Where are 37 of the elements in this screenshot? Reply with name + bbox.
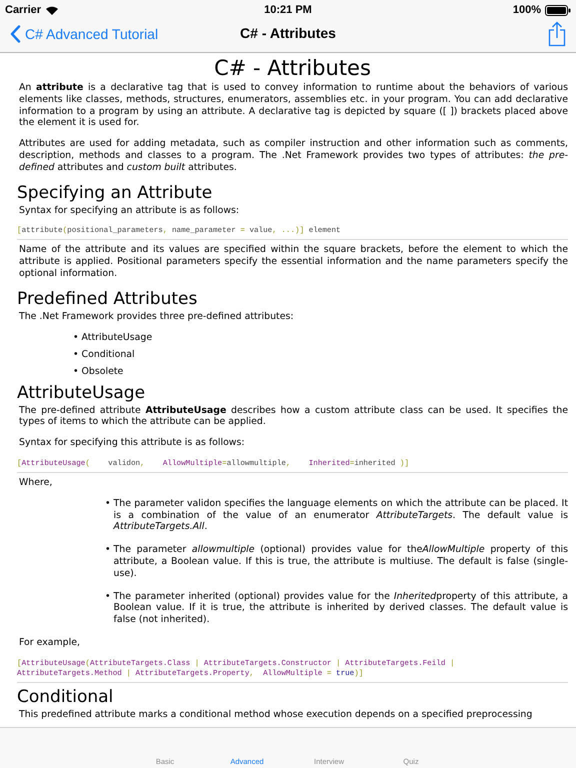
clock-time: 10:21 PM xyxy=(264,4,312,16)
paragraph: The .Net Framework provides three pre-defined attributes: xyxy=(19,310,295,323)
bullet: • xyxy=(105,590,111,604)
bullet: • xyxy=(73,332,79,343)
paragraph: For example, xyxy=(19,636,81,649)
paragraph: The pre-defined attribute AttributeUsage describes how a custom attribute class can be used. It specifies the types of items to which the attribute can be applied. xyxy=(19,404,568,428)
bullet: • xyxy=(73,366,79,377)
battery-icon xyxy=(545,4,571,16)
section-heading: Specifying an Attribute xyxy=(17,182,214,203)
paragraph: Attributes are used for adding metadata, such as compiler instruction and other information such as comments, description, methods and classes to a program. The .Net Framework provides two types of attributes: the pre-defined attributes and custom built attributes. xyxy=(19,138,568,174)
battery-percentage: 100% xyxy=(512,4,541,16)
back-button[interactable]: C# Advanced Tutorial xyxy=(10,25,158,43)
list-item: Obsolete xyxy=(82,366,124,377)
list-item: The parameter inherited (optional) provides value for the Inheritedproperty of this attribute, a Boolean value. If it is true, the attribute is inherited by derived classes. The default value is false (not inherited). xyxy=(114,590,568,626)
article-title: C# - Attributes xyxy=(213,56,372,80)
bullet: • xyxy=(73,348,79,360)
bullet: • xyxy=(105,498,111,511)
list-item: Conditional xyxy=(82,348,135,360)
bullet: • xyxy=(105,544,111,558)
paragraph: Name of the attribute and its values are specified within the square brackets, before the element to which the attribute is applied. Positional parameters specify the essential information and the name parameters specify the optional information. xyxy=(19,244,568,280)
paragraph: Syntax for specifying this attribute is as follows: xyxy=(19,437,246,449)
paragraph: Syntax for specifying an attribute is as follows: xyxy=(19,204,240,216)
list-item: AttributeUsage xyxy=(82,332,152,343)
paragraph: This predefined attribute marks a conditional method whose execution depends on a specified preprocessing xyxy=(19,708,534,721)
share-button[interactable] xyxy=(548,21,566,47)
wifi-icon xyxy=(45,5,60,15)
chevron-left-icon xyxy=(10,25,21,43)
section-heading: Predefined Attributes xyxy=(17,288,198,309)
share-icon xyxy=(548,21,566,47)
list-item: The parameter validon specifies the language elements on which the attribute can be placed. It is a combination of the value of an enumerator AttributeTargets. The default value is AttributeTargets.All. xyxy=(114,498,568,534)
paragraph: An attribute is a declarative tag that is used to convey information to runtime about the behaviors of various elements like classes, methods, structures, enumerators, assemblies etc. in your program. You can add declarative information to a program by using an attribute. A declarative tag is depicted by square ([ ]) brackets placed above the element it is used for. xyxy=(19,82,568,130)
section-heading: Conditional xyxy=(17,686,114,707)
screen-title: C# - Attributes xyxy=(240,25,336,41)
section-heading: AttributeUsage xyxy=(17,382,146,403)
carrier-label: Carrier xyxy=(5,4,42,16)
paragraph: Where, xyxy=(19,476,54,489)
list-item: The parameter allowmultiple (optional) provides value for theAllowMultiple property of this attribute, a Boolean value. If this is true, the attribute is multiuse. The default is false (single-use). xyxy=(114,544,568,580)
